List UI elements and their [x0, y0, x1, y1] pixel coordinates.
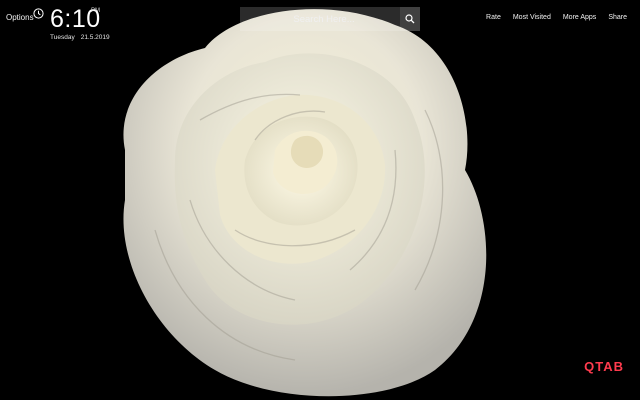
most-visited-link[interactable]: Most Visited — [513, 14, 551, 21]
search-icon — [405, 14, 415, 24]
top-bar: Options 6:10 PM Tuesday21.5.2019 Rate Mo… — [0, 0, 640, 46]
options-link[interactable]: Options — [6, 13, 34, 22]
clock-day: Tuesday — [50, 34, 75, 41]
wallpaper-rose — [123, 9, 487, 397]
search-input[interactable] — [240, 7, 400, 31]
search-bar — [240, 7, 420, 31]
clock-date: 21.5.2019 — [80, 34, 110, 41]
qtab-logo[interactable]: QTAB — [584, 359, 624, 374]
share-link[interactable]: Share — [608, 14, 627, 21]
clock-date-line: Tuesday 21.5.2019 — [50, 34, 110, 41]
more-apps-link[interactable]: More Apps — [563, 14, 596, 21]
clock-period: PM — [91, 8, 100, 14]
search-button[interactable] — [400, 7, 420, 31]
top-links: Rate Most Visited More Apps Share — [486, 14, 627, 21]
rate-link[interactable]: Rate — [486, 14, 501, 21]
clock-icon[interactable] — [33, 8, 44, 19]
